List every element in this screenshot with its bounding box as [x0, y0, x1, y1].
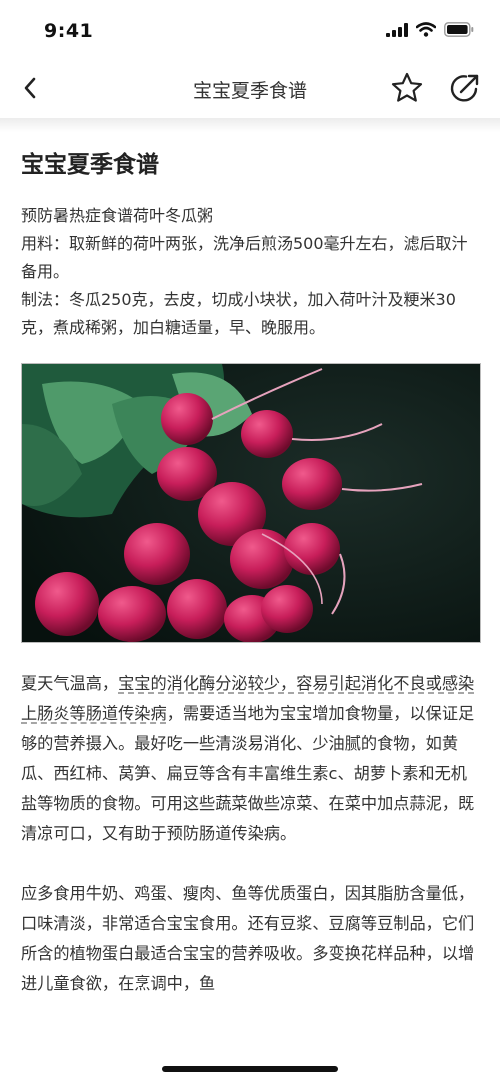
star-outline-icon [391, 72, 423, 102]
radish-photo [21, 363, 481, 643]
signal-bars-icon [386, 22, 408, 37]
share-button[interactable] [448, 71, 482, 105]
wifi-icon [416, 22, 436, 37]
paragraph-lead: 夏天气温高， [21, 674, 119, 693]
battery-icon [444, 22, 474, 37]
status-time: 9:41 [44, 20, 94, 42]
favorite-button[interactable] [390, 71, 424, 105]
status-icons [386, 22, 474, 37]
recipe-intro: 预防暑热症食谱荷叶冬瓜粥 用料：取新鲜的荷叶两张，洗净后煎汤500毫升左右，滤后… [21, 202, 481, 342]
paragraph-rest: ，需要适当地为宝宝增加食物量，以保证足够的营养摄入。最好吃一些清淡易消化、少油腻… [21, 704, 475, 843]
radish-image [22, 364, 480, 642]
body-paragraph: 夏天气温高，宝宝的消化酶分泌较少，容易引起消化不良或感染上肠炎等肠道传染病，需要… [21, 669, 481, 849]
article-title: 宝宝夏季食谱 [21, 152, 159, 178]
article-body: 夏天气温高，宝宝的消化酶分泌较少，容易引起消化不良或感染上肠炎等肠道传染病，需要… [21, 669, 481, 999]
home-indicator[interactable] [162, 1066, 338, 1072]
nav-title: 宝宝夏季食谱 [192, 80, 307, 102]
body-paragraph: 应多食用牛奶、鸡蛋、瘦肉、鱼等优质蛋白，因其脂肪含量低，口味清淡，非常适合宝宝食… [21, 884, 475, 993]
share-arrow-icon [450, 74, 479, 102]
status-bar: 9:41 [0, 0, 500, 60]
recipe-method: 制法：冬瓜250克，去皮，切成小块状，加入荷叶汁及粳米30克，煮成稀粥，加白糖适… [21, 290, 456, 337]
recipe-name: 预防暑热症食谱荷叶冬瓜粥 [21, 206, 214, 225]
nav-divider [0, 118, 500, 132]
recipe-ingredients: 用料：取新鲜的荷叶两张，洗净后煎汤500毫升左右，滤后取汁备用。 [21, 234, 468, 281]
article: 宝宝夏季食谱 预防暑热症食谱荷叶冬瓜粥 用料：取新鲜的荷叶两张，洗净后煎汤500… [21, 132, 481, 999]
nav-bar: 宝宝夏季食谱 [0, 60, 500, 118]
